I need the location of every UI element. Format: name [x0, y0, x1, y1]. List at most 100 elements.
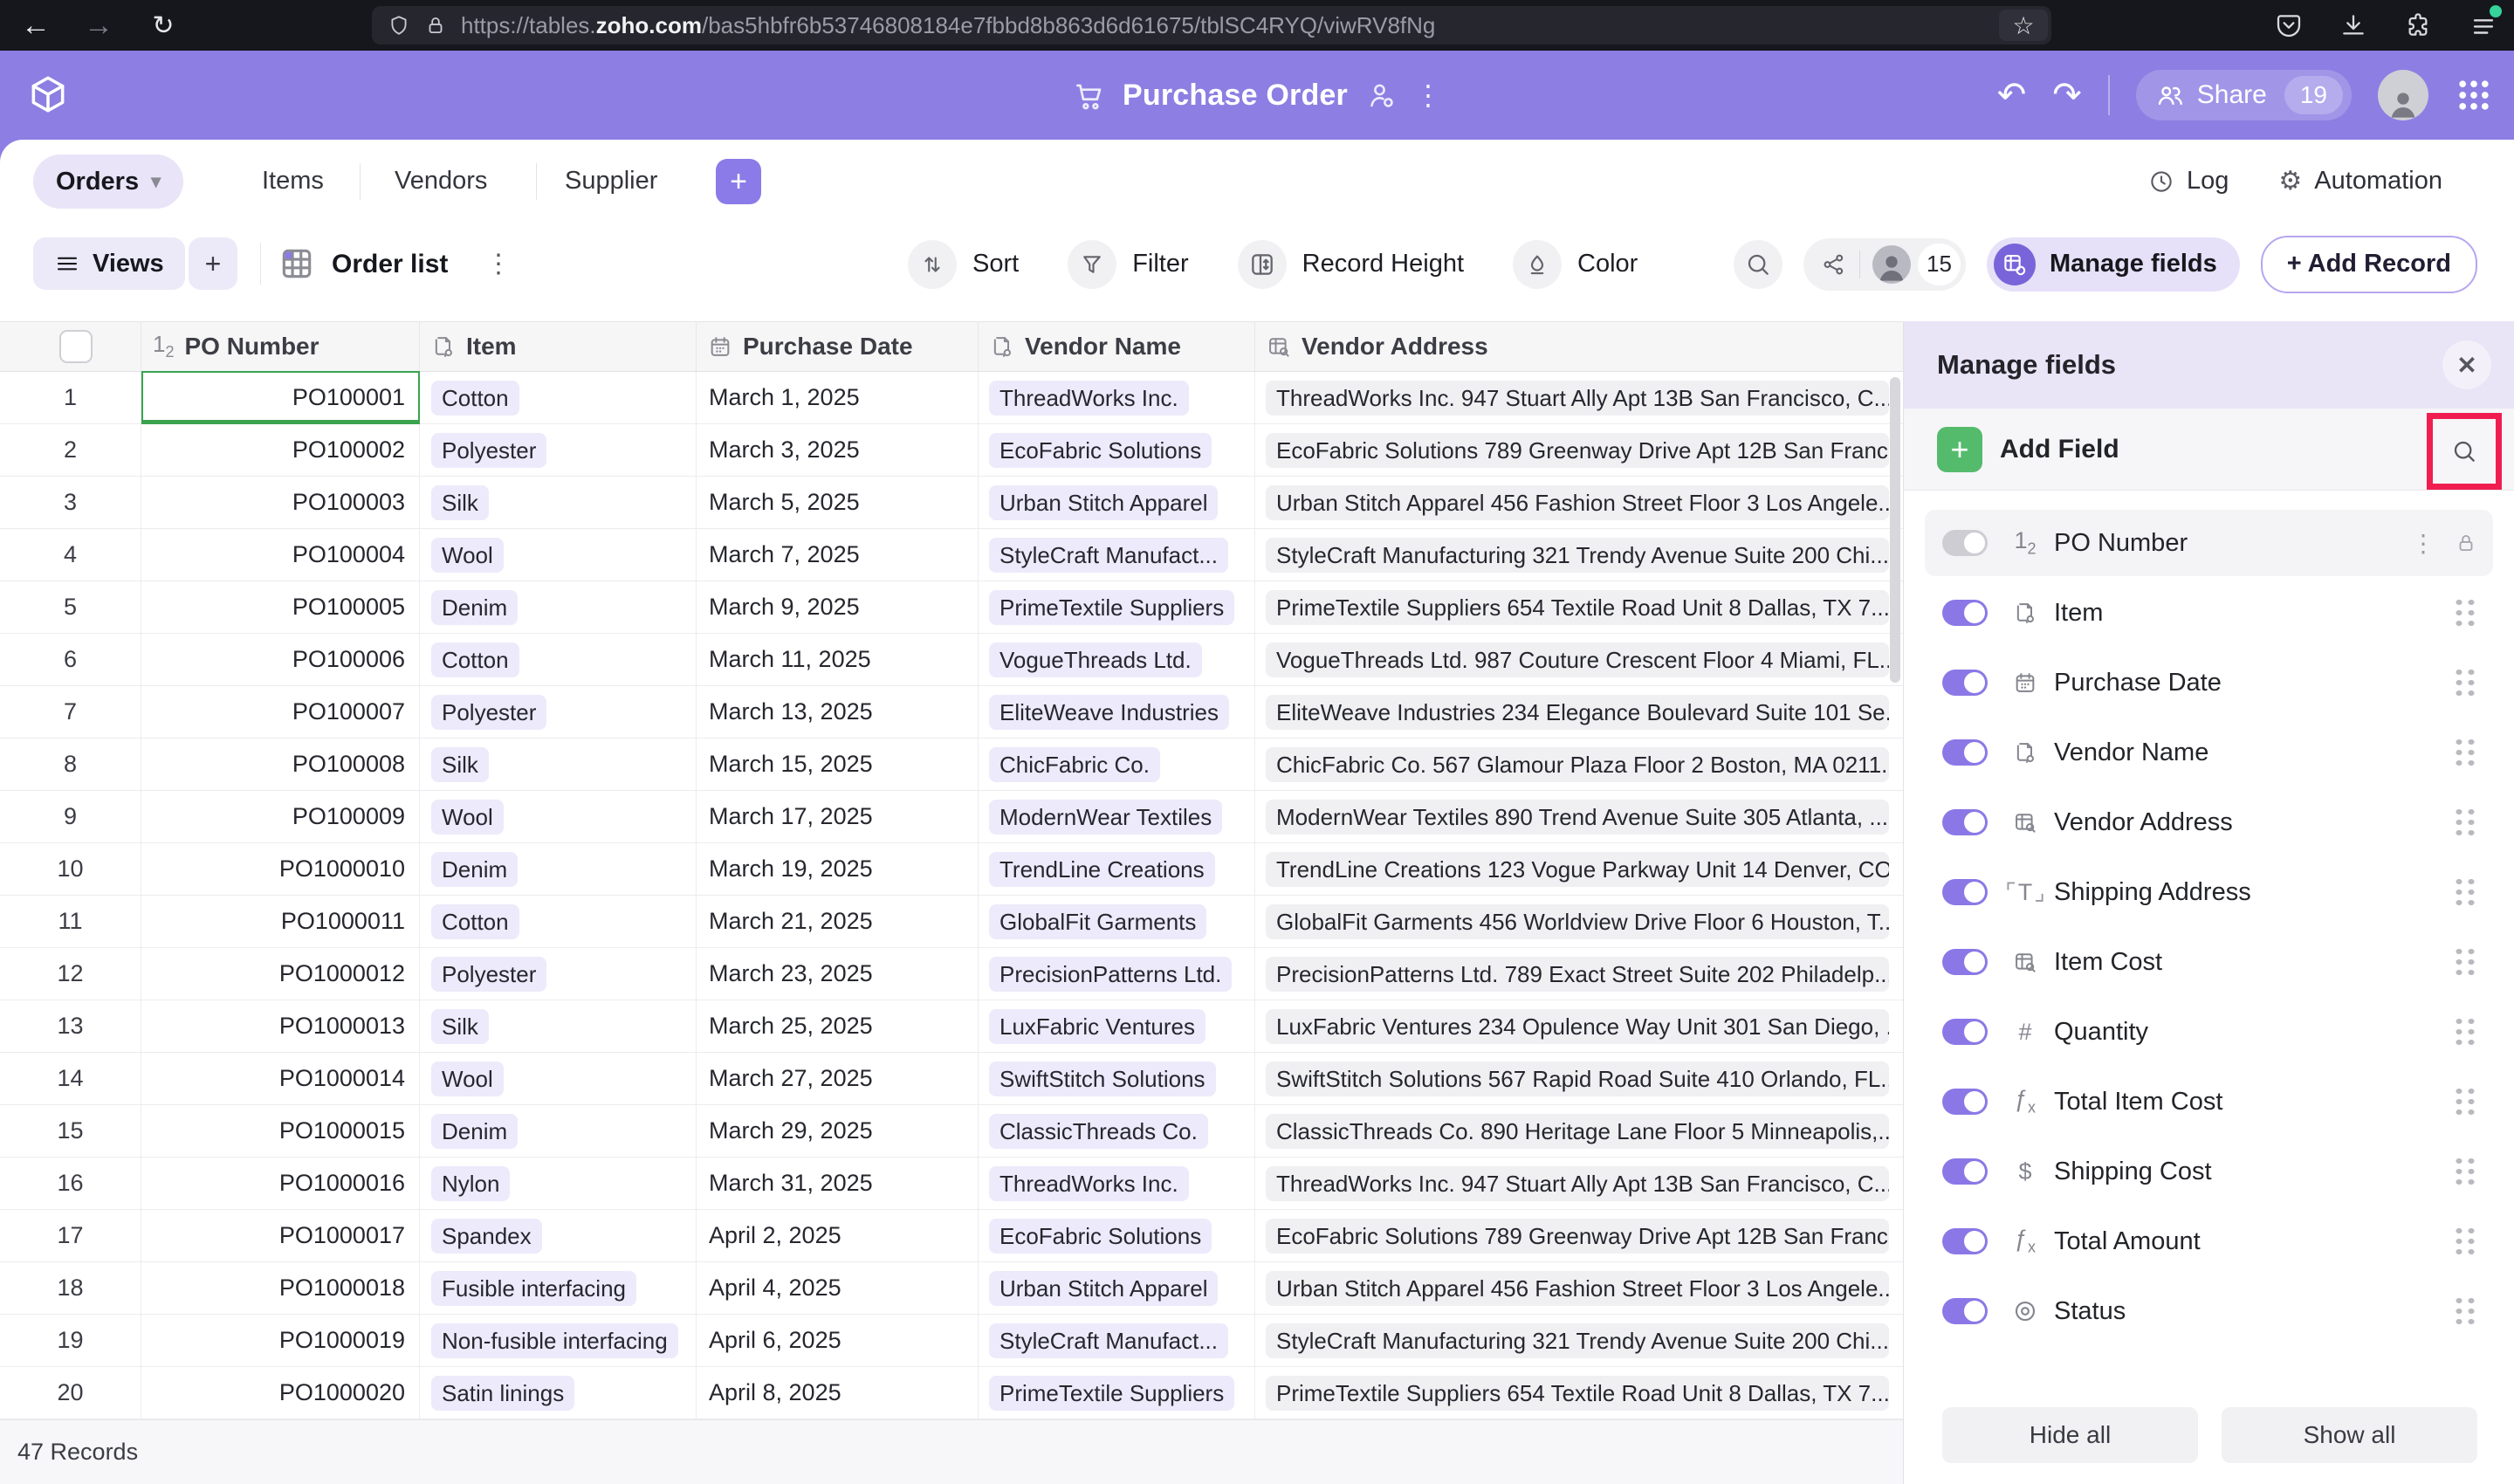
add-table-button[interactable]: +	[716, 159, 761, 204]
table-row[interactable]: 15 PO1000015 Denim March 29, 2025 Classi…	[0, 1105, 1903, 1158]
purchase-date-cell[interactable]: March 31, 2025	[697, 1158, 979, 1209]
extensions-icon[interactable]	[2404, 11, 2432, 39]
row-number-cell[interactable]: 3	[0, 477, 141, 528]
row-number-cell[interactable]: 16	[0, 1158, 141, 1209]
field-row-vendor-name[interactable]: Vendor Name	[1925, 718, 2493, 787]
column-header-po-number[interactable]: 12PO Number	[141, 322, 420, 371]
table-row[interactable]: 11 PO1000011 Cotton March 21, 2025 Globa…	[0, 896, 1903, 948]
purchase-date-cell[interactable]: March 9, 2025	[697, 581, 979, 633]
drag-handle-icon[interactable]	[2453, 1295, 2477, 1327]
row-number-cell[interactable]: 7	[0, 686, 141, 738]
field-toggle[interactable]	[1942, 809, 1988, 835]
purchase-date-cell[interactable]: March 21, 2025	[697, 896, 979, 947]
field-toggle[interactable]	[1942, 879, 1988, 905]
field-menu-kebab-icon[interactable]: ⋮	[2411, 529, 2435, 558]
vendor-name-cell[interactable]: EcoFabric Solutions	[979, 1210, 1255, 1261]
purchase-date-cell[interactable]: March 25, 2025	[697, 1000, 979, 1052]
item-cell[interactable]: Cotton	[420, 896, 697, 947]
close-icon[interactable]: ✕	[2442, 340, 2491, 389]
item-cell[interactable]: Polyester	[420, 686, 697, 738]
po-number-cell[interactable]: PO1000015	[141, 1105, 420, 1157]
views-button[interactable]: Views	[33, 237, 185, 290]
row-number-cell[interactable]: 2	[0, 424, 141, 476]
item-cell[interactable]: Silk	[420, 739, 697, 790]
table-row[interactable]: 17 PO1000017 Spandex April 2, 2025 EcoFa…	[0, 1210, 1903, 1262]
vendor-name-cell[interactable]: StyleCraft Manufact...	[979, 529, 1255, 581]
view-menu-kebab-icon[interactable]: ⋮	[485, 223, 512, 306]
show-all-button[interactable]: Show all	[2222, 1407, 2477, 1463]
vendor-name-cell[interactable]: StyleCraft Manufact...	[979, 1315, 1255, 1366]
vendor-name-cell[interactable]: ThreadWorks Inc.	[979, 372, 1255, 423]
tab-orders[interactable]: Orders▾	[33, 155, 183, 209]
item-cell[interactable]: Non-fusible interfacing	[420, 1315, 697, 1366]
table-row[interactable]: 9 PO100009 Wool March 17, 2025 ModernWea…	[0, 791, 1903, 843]
drag-handle-icon[interactable]	[2453, 1086, 2477, 1117]
vendor-name-cell[interactable]: GlobalFit Garments	[979, 896, 1255, 947]
purchase-date-cell[interactable]: March 1, 2025	[697, 372, 979, 423]
drag-handle-icon[interactable]	[2453, 1226, 2477, 1257]
redo-icon[interactable]: ↷	[2052, 78, 2082, 113]
field-toggle[interactable]	[1942, 1158, 1988, 1185]
item-cell[interactable]: Spandex	[420, 1210, 697, 1261]
vendor-address-cell[interactable]: ThreadWorks Inc. 947 Stuart Ally Apt 13B…	[1255, 372, 1903, 423]
item-cell[interactable]: Cotton	[420, 634, 697, 685]
vendor-name-cell[interactable]: EliteWeave Industries	[979, 686, 1255, 738]
table-row[interactable]: 14 PO1000014 Wool March 27, 2025 SwiftSt…	[0, 1053, 1903, 1105]
vendor-address-cell[interactable]: PrecisionPatterns Ltd. 789 Exact Street …	[1255, 948, 1903, 1000]
vendor-name-cell[interactable]: VogueThreads Ltd.	[979, 634, 1255, 685]
drag-handle-icon[interactable]	[2453, 946, 2477, 978]
field-toggle[interactable]	[1942, 739, 1988, 766]
po-number-cell[interactable]: PO1000013	[141, 1000, 420, 1052]
item-cell[interactable]: Denim	[420, 843, 697, 895]
vendor-name-cell[interactable]: SwiftStitch Solutions	[979, 1053, 1255, 1104]
vendor-address-cell[interactable]: LuxFabric Ventures 234 Opulence Way Unit…	[1255, 1000, 1903, 1052]
purchase-date-cell[interactable]: March 7, 2025	[697, 529, 979, 581]
vendor-address-cell[interactable]: ThreadWorks Inc. 947 Stuart Ally Apt 13B…	[1255, 1158, 1903, 1209]
purchase-date-cell[interactable]: March 27, 2025	[697, 1053, 979, 1104]
field-row-total-item-cost[interactable]: ƒx Total Item Cost	[1925, 1067, 2493, 1137]
sort-button[interactable]: Sort	[908, 240, 1019, 289]
row-number-cell[interactable]: 5	[0, 581, 141, 633]
download-icon[interactable]	[2339, 11, 2367, 39]
field-row-item[interactable]: Item	[1925, 578, 2493, 648]
item-cell[interactable]: Cotton	[420, 372, 697, 423]
table-row[interactable]: 4 PO100004 Wool March 7, 2025 StyleCraft…	[0, 529, 1903, 581]
vertical-scrollbar[interactable]	[1890, 377, 1900, 1414]
purchase-date-cell[interactable]: March 15, 2025	[697, 739, 979, 790]
vendor-address-cell[interactable]: EcoFabric Solutions 789 Greenway Drive A…	[1255, 424, 1903, 476]
row-number-cell[interactable]: 1	[0, 372, 141, 423]
field-toggle[interactable]	[1942, 1298, 1988, 1324]
field-row-total-amount[interactable]: ƒx Total Amount	[1925, 1206, 2493, 1276]
browser-back-button[interactable]: ←	[12, 0, 59, 51]
vendor-name-cell[interactable]: ChicFabric Co.	[979, 739, 1255, 790]
field-row-shipping-cost[interactable]: $ Shipping Cost	[1925, 1137, 2493, 1206]
table-row[interactable]: 10 PO1000010 Denim March 19, 2025 TrendL…	[0, 843, 1903, 896]
add-record-button[interactable]: + Add Record	[2261, 236, 2477, 293]
table-row[interactable]: 12 PO1000012 Polyester March 23, 2025 Pr…	[0, 948, 1903, 1000]
vendor-name-cell[interactable]: ThreadWorks Inc.	[979, 1158, 1255, 1209]
field-row-status[interactable]: Status	[1925, 1276, 2493, 1346]
vendor-address-cell[interactable]: TrendLine Creations 123 Vogue Parkway Un…	[1255, 843, 1903, 895]
apps-grid-icon[interactable]	[2455, 76, 2493, 114]
log-button[interactable]: Log	[2148, 167, 2229, 196]
row-number-cell[interactable]: 12	[0, 948, 141, 1000]
po-number-cell[interactable]: PO100006	[141, 634, 420, 685]
select-all-cell[interactable]	[0, 322, 141, 371]
item-cell[interactable]: Wool	[420, 791, 697, 842]
row-number-cell[interactable]: 11	[0, 896, 141, 947]
address-bar[interactable]: https://tables.zoho.com/bas5hbfr6b537468…	[372, 6, 2051, 45]
drag-handle-icon[interactable]	[2453, 737, 2477, 768]
table-row[interactable]: 13 PO1000013 Silk March 25, 2025 LuxFabr…	[0, 1000, 1903, 1053]
vendor-address-cell[interactable]: EcoFabric Solutions 789 Greenway Drive A…	[1255, 1210, 1903, 1261]
table-row[interactable]: 5 PO100005 Denim March 9, 2025 PrimeText…	[0, 581, 1903, 634]
po-number-cell[interactable]: PO100007	[141, 686, 420, 738]
user-avatar[interactable]	[2378, 70, 2428, 120]
drag-handle-icon[interactable]	[2453, 876, 2477, 908]
tab-items[interactable]: Items	[262, 140, 324, 223]
item-cell[interactable]: Denim	[420, 581, 697, 633]
po-number-cell[interactable]: PO1000012	[141, 948, 420, 1000]
vendor-address-cell[interactable]: GlobalFit Garments 456 Worldview Drive F…	[1255, 896, 1903, 947]
pocket-save-icon[interactable]	[2275, 11, 2303, 39]
drag-handle-icon[interactable]	[2453, 807, 2477, 838]
purchase-date-cell[interactable]: March 3, 2025	[697, 424, 979, 476]
